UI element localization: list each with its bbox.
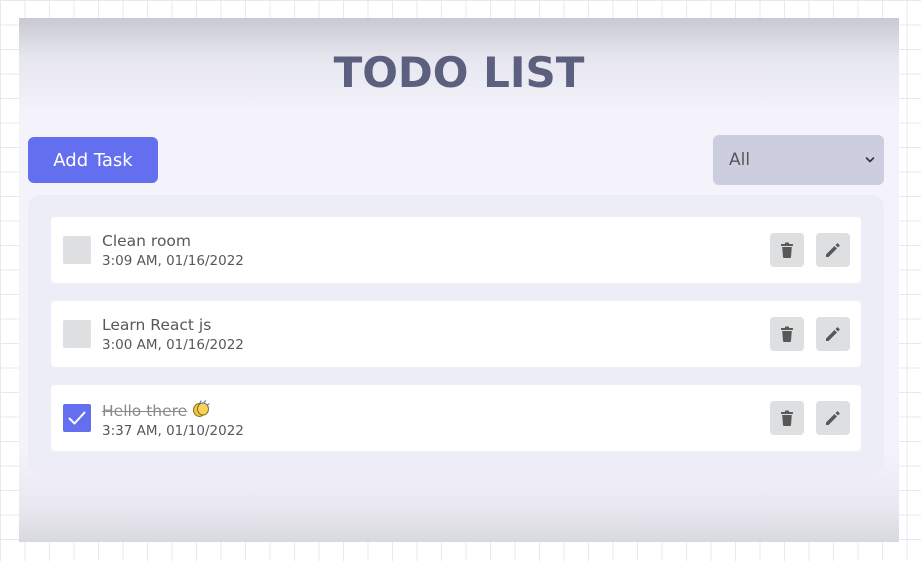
chevron-down-icon: [865, 157, 875, 163]
todo-item: Learn React js 3:00 AM, 01/16/2022: [51, 301, 861, 367]
clapping-hands-icon: [193, 400, 210, 417]
trash-icon: [781, 326, 793, 342]
todo-title: Clean room: [102, 232, 192, 250]
todo-title-text: Hello there: [102, 402, 188, 420]
page-title: TODO LIST: [333, 48, 585, 97]
check-icon: [68, 411, 86, 425]
pencil-icon: [826, 243, 840, 257]
todo-checkbox[interactable]: [63, 236, 91, 264]
todo-app: TODO LIST Add Task All Clean room 3:09 A…: [19, 18, 899, 542]
pencil-icon: [826, 327, 840, 341]
todo-text: Learn React js 3:00 AM, 01/16/2022: [102, 316, 244, 354]
todo-text: Clean room 3:09 AM, 01/16/2022: [102, 232, 244, 270]
edit-button[interactable]: [816, 317, 850, 351]
edit-button[interactable]: [816, 233, 850, 267]
trash-icon: [781, 242, 793, 258]
todo-timestamp: 3:09 AM, 01/16/2022: [102, 253, 244, 269]
todo-title: Hello there: [102, 400, 244, 421]
status-filter-select[interactable]: All: [713, 135, 884, 185]
todo-checkbox-checked[interactable]: [63, 404, 91, 432]
todo-list: Clean room 3:09 AM, 01/16/2022 Learn Rea…: [28, 195, 884, 473]
todo-item: Clean room 3:09 AM, 01/16/2022: [51, 217, 861, 283]
trash-icon: [781, 410, 793, 426]
todo-title: Learn React js: [102, 316, 212, 334]
todo-item: Hello there 3:37 AM, 01/10/2022: [51, 385, 861, 451]
delete-button[interactable]: [770, 401, 804, 435]
todo-timestamp: 3:37 AM, 01/10/2022: [102, 423, 244, 439]
filter-selected-value: All: [729, 150, 751, 170]
todo-timestamp: 3:00 AM, 01/16/2022: [102, 337, 244, 353]
delete-button[interactable]: [770, 317, 804, 351]
pencil-icon: [826, 411, 840, 425]
todo-checkbox[interactable]: [63, 320, 91, 348]
edit-button[interactable]: [816, 401, 850, 435]
todo-text: Hello there 3:37 AM, 01/10/2022: [102, 400, 244, 440]
delete-button[interactable]: [770, 233, 804, 267]
add-task-button[interactable]: Add Task: [28, 137, 158, 183]
